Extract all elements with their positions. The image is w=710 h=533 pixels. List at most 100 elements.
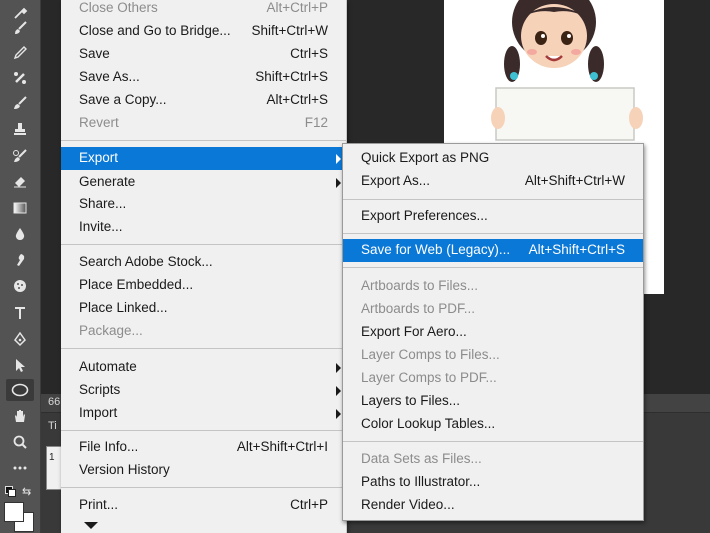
panel-tab[interactable]: Ti xyxy=(48,420,57,432)
menu-separator xyxy=(343,233,643,234)
menu-item-export-as[interactable]: Export As... Alt+Shift+Ctrl+W xyxy=(343,170,643,193)
layer-thumbnail[interactable]: 1 xyxy=(46,446,62,490)
menu-item-save-a-copy[interactable]: Save a Copy... Alt+Ctrl+S xyxy=(61,89,346,112)
healing-brush-icon[interactable] xyxy=(6,67,34,89)
menu-item-place-linked[interactable]: Place Linked... xyxy=(61,297,346,320)
more-tools-icon[interactable] xyxy=(6,457,34,479)
pencil-icon[interactable] xyxy=(6,42,34,64)
menu-item-close-others[interactable]: Close Others Alt+Ctrl+P xyxy=(61,0,346,20)
menu-item-label: Layer Comps to Files... xyxy=(361,347,500,362)
menu-item-generate[interactable]: Generate xyxy=(61,171,346,194)
export-submenu: Quick Export as PNG Export As... Alt+Shi… xyxy=(342,143,644,521)
menu-item-render-video[interactable]: Render Video... xyxy=(343,494,643,517)
zoom-icon[interactable] xyxy=(6,431,34,453)
menu-item-label: Render Video... xyxy=(361,497,455,512)
menu-item-label: Scripts xyxy=(79,382,121,397)
history-brush-icon[interactable] xyxy=(6,145,34,167)
default-colors-icon[interactable] xyxy=(5,486,17,497)
menu-item-label: Artboards to PDF... xyxy=(361,301,476,316)
pen-icon[interactable] xyxy=(6,328,34,350)
menu-item-export-for-aero[interactable]: Export For Aero... xyxy=(343,321,643,344)
swap-colors-icon[interactable]: ⇆ xyxy=(22,485,31,498)
menu-item-label: Save xyxy=(79,46,110,61)
menu-item-label: Version History xyxy=(79,462,170,477)
menu-item-label: File Info... xyxy=(79,439,139,454)
sponge-icon[interactable] xyxy=(6,275,34,297)
menu-item-import[interactable]: Import xyxy=(61,402,346,425)
layer-number: 1 xyxy=(49,452,55,463)
menu-item-version-history[interactable]: Version History xyxy=(61,459,346,482)
foreground-color-swatch[interactable] xyxy=(4,502,24,522)
menu-item-label: Save for Web (Legacy)... xyxy=(361,242,511,257)
submenu-arrow-icon xyxy=(336,409,341,419)
menu-item-label: Quick Export as PNG xyxy=(361,150,490,165)
menu-item-label: Export xyxy=(79,150,119,165)
menu-item-revert[interactable]: Revert F12 xyxy=(61,112,346,135)
menu-item-scripts[interactable]: Scripts xyxy=(61,379,346,402)
menu-item-close-and-go-to-bridge[interactable]: Close and Go to Bridge... Shift+Ctrl+W xyxy=(61,20,346,43)
menu-item-shortcut: Ctrl+P xyxy=(290,497,328,512)
menu-item-layers-to-files[interactable]: Layers to Files... xyxy=(343,390,643,413)
menu-item-shortcut: Shift+Ctrl+W xyxy=(251,23,328,38)
zoom-readout: 66 xyxy=(48,396,61,408)
menu-item-label: Export Preferences... xyxy=(361,208,488,223)
menu-item-share[interactable]: Share... xyxy=(61,193,346,216)
menu-item-shortcut: Alt+Shift+Ctrl+W xyxy=(524,173,625,188)
menu-item-label: Revert xyxy=(79,115,119,130)
menu-item-shortcut: Shift+Ctrl+S xyxy=(255,69,328,84)
menu-item-search-adobe-stock[interactable]: Search Adobe Stock... xyxy=(61,251,346,274)
menu-item-quick-export-png[interactable]: Quick Export as PNG xyxy=(343,147,643,170)
menu-item-data-sets-as-files[interactable]: Data Sets as Files... xyxy=(343,448,643,471)
menu-scroll-down-icon[interactable] xyxy=(84,522,98,529)
type-icon[interactable] xyxy=(6,302,34,324)
brush-2-icon[interactable] xyxy=(6,92,34,114)
menu-item-label: Close Others xyxy=(79,0,158,15)
menu-item-invite[interactable]: Invite... xyxy=(61,216,346,239)
blur-icon[interactable] xyxy=(6,223,34,245)
menu-item-label: Paths to Illustrator... xyxy=(361,474,481,489)
ellipse-icon[interactable] xyxy=(6,379,34,401)
menu-item-export-preferences[interactable]: Export Preferences... xyxy=(343,205,643,228)
gradient-icon[interactable] xyxy=(6,197,34,219)
menu-item-label: Close and Go to Bridge... xyxy=(79,23,231,38)
menu-item-label: Share... xyxy=(79,196,127,211)
menu-item-shortcut: Alt+Shift+Ctrl+I xyxy=(236,439,328,454)
menu-item-file-info[interactable]: File Info... Alt+Shift+Ctrl+I xyxy=(61,436,346,459)
menu-item-export[interactable]: Export xyxy=(61,147,346,170)
menu-item-label: Invite... xyxy=(79,219,123,234)
menu-item-shortcut: Alt+Ctrl+S xyxy=(266,92,328,107)
menu-item-layer-comps-to-files[interactable]: Layer Comps to Files... xyxy=(343,344,643,367)
menu-item-shortcut: Ctrl+S xyxy=(290,46,328,61)
smudge-icon[interactable] xyxy=(6,249,34,271)
menu-item-label: Layer Comps to PDF... xyxy=(361,370,497,385)
menu-item-save-for-web[interactable]: Save for Web (Legacy)... Alt+Shift+Ctrl+… xyxy=(343,239,643,262)
menu-item-artboards-to-pdf[interactable]: Artboards to PDF... xyxy=(343,298,643,321)
path-select-icon[interactable] xyxy=(6,354,34,376)
menu-item-color-lookup-tables[interactable]: Color Lookup Tables... xyxy=(343,413,643,436)
menu-item-artboards-to-files[interactable]: Artboards to Files... xyxy=(343,275,643,298)
menu-item-place-embedded[interactable]: Place Embedded... xyxy=(61,274,346,297)
hand-icon[interactable] xyxy=(6,405,34,427)
menu-item-layer-comps-to-pdf[interactable]: Layer Comps to PDF... xyxy=(343,367,643,390)
menu-separator xyxy=(61,140,346,141)
menu-item-shortcut: Alt+Shift+Ctrl+S xyxy=(528,242,625,257)
menu-separator xyxy=(61,487,346,488)
brush-icon[interactable] xyxy=(6,17,34,39)
submenu-arrow-icon xyxy=(336,386,341,396)
menu-item-label: Print... xyxy=(79,497,119,512)
menu-item-label: Place Embedded... xyxy=(79,277,194,292)
menu-separator xyxy=(61,348,346,349)
menu-item-automate[interactable]: Automate xyxy=(61,356,346,379)
file-menu: Close Others Alt+Ctrl+P Close and Go to … xyxy=(61,0,347,533)
menu-item-label: Import xyxy=(79,405,118,420)
menu-item-label: Artboards to Files... xyxy=(361,278,479,293)
stamp-icon[interactable] xyxy=(6,118,34,140)
menu-item-save[interactable]: Save Ctrl+S xyxy=(61,43,346,66)
eraser-icon[interactable] xyxy=(6,170,34,192)
menu-item-save-as[interactable]: Save As... Shift+Ctrl+S xyxy=(61,66,346,89)
menu-item-label: Save a Copy... xyxy=(79,92,167,107)
menu-item-package[interactable]: Package... xyxy=(61,320,346,343)
menu-item-print[interactable]: Print... Ctrl+P xyxy=(61,494,346,517)
menu-item-paths-to-illustrator[interactable]: Paths to Illustrator... xyxy=(343,471,643,494)
menu-item-shortcut: Alt+Ctrl+P xyxy=(266,0,328,15)
